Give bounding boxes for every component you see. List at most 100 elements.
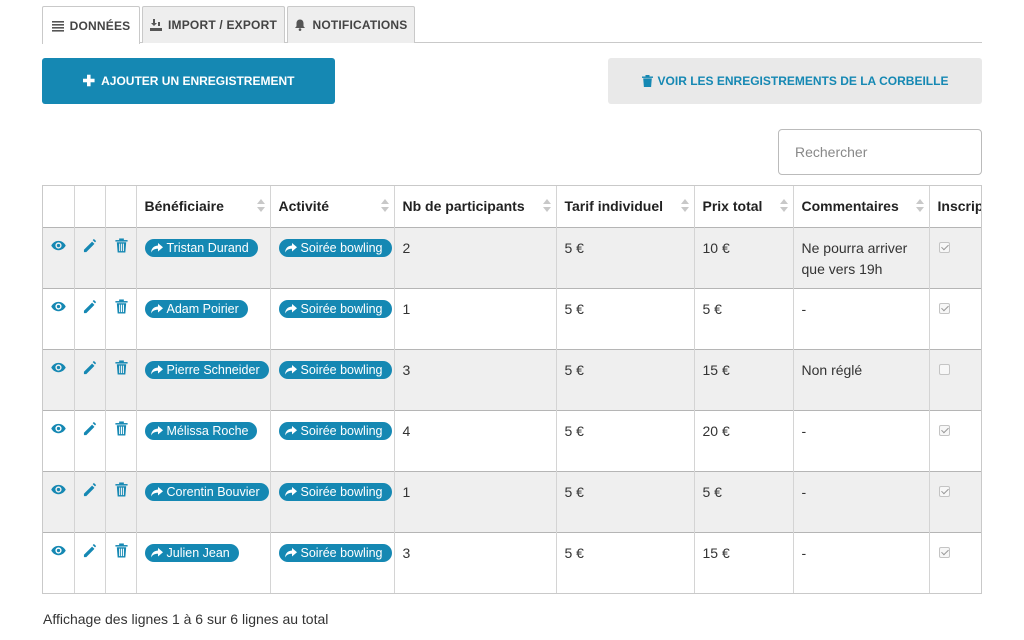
view-trash-button[interactable]: VOIR LES ENREGISTREMENTS DE LA CORBEILLE — [608, 58, 982, 104]
inscription-checkbox[interactable] — [938, 546, 950, 558]
inscription-cell — [929, 409, 981, 471]
beneficiaire-link[interactable]: Adam Poirier — [144, 299, 248, 318]
beneficiaire-cell: Pierre Schneider — [136, 348, 271, 410]
delete-column-header — [105, 186, 137, 227]
trash-icon[interactable] — [114, 359, 129, 375]
trash-icon[interactable] — [114, 298, 129, 314]
records-table: Bénéficiaire Activité Nb de participants… — [42, 185, 982, 594]
activite-link[interactable]: Soirée bowling — [278, 421, 392, 440]
column-header-beneficiaire[interactable]: Bénéficiaire — [136, 186, 271, 227]
activite-link[interactable]: Soirée bowling — [278, 482, 392, 501]
view-cell — [43, 287, 75, 349]
beneficiaire-cell: Tristan Durand — [136, 226, 271, 288]
trash-icon[interactable] — [114, 542, 129, 558]
beneficiaire-link[interactable]: Tristan Durand — [144, 238, 258, 257]
eye-icon[interactable] — [51, 421, 66, 436]
view-cell — [43, 348, 75, 410]
inscription-checkbox[interactable] — [938, 241, 950, 253]
pencil-icon[interactable] — [83, 543, 98, 558]
beneficiaire-link[interactable]: Pierre Schneider — [144, 360, 269, 379]
view-cell — [43, 226, 75, 288]
eye-icon[interactable] — [51, 299, 66, 314]
sort-icon — [916, 199, 923, 212]
view-cell — [43, 409, 75, 471]
table-row: Tristan Durand Soirée bowling 2 5 € 10 €… — [43, 226, 981, 288]
beneficiaire-cell: Julien Jean — [136, 531, 271, 593]
tab-import-export[interactable]: IMPORT / EXPORT — [142, 6, 285, 43]
prix-total-cell: 15 € — [694, 348, 794, 410]
share-arrow-icon — [150, 303, 163, 313]
inscription-cell — [929, 287, 981, 349]
view-trash-label: VOIR LES ENREGISTREMENTS DE LA CORBEILLE — [657, 74, 949, 88]
trash-icon[interactable] — [114, 481, 129, 497]
list-icon — [51, 20, 64, 32]
table-header: Bénéficiaire Activité Nb de participants… — [43, 186, 981, 227]
column-header-commentaires[interactable]: Commentaires — [793, 186, 930, 227]
inscription-checkbox[interactable] — [938, 363, 950, 375]
prix-total-cell: 5 € — [694, 287, 794, 349]
trash-icon[interactable] — [114, 420, 129, 436]
inscription-checkbox[interactable] — [938, 302, 950, 314]
sort-icon — [381, 199, 388, 212]
activite-link[interactable]: Soirée bowling — [278, 543, 392, 562]
add-record-label: AJOUTER UN ENREGISTREMENT — [101, 74, 295, 88]
activite-cell: Soirée bowling — [270, 409, 395, 471]
column-header-tarif[interactable]: Tarif individuel — [556, 186, 695, 227]
commentaire-cell: Non réglé — [793, 348, 930, 410]
beneficiaire-cell: Adam Poirier — [136, 287, 271, 349]
beneficiaire-link[interactable]: Mélissa Roche — [144, 421, 258, 440]
edit-cell — [74, 287, 106, 349]
prix-total-cell: 15 € — [694, 531, 794, 593]
pencil-icon[interactable] — [83, 299, 98, 314]
eye-icon[interactable] — [51, 360, 66, 375]
tab-notifications[interactable]: NOTIFICATIONS — [287, 6, 415, 43]
trash-icon — [641, 75, 653, 87]
pagination-info: Affichage des lignes 1 à 6 sur 6 lignes … — [43, 611, 329, 627]
column-header-activite[interactable]: Activité — [270, 186, 395, 227]
inscription-checkbox[interactable] — [938, 485, 950, 497]
share-arrow-icon — [284, 547, 297, 557]
nb-participants-cell: 4 — [394, 409, 557, 471]
edit-cell — [74, 531, 106, 593]
column-header-nb-participants[interactable]: Nb de participants — [394, 186, 557, 227]
table-row: Corentin Bouvier Soirée bowling 1 5 € 5 … — [43, 470, 981, 532]
search-input[interactable] — [778, 129, 982, 175]
delete-cell — [105, 287, 137, 349]
edit-cell — [74, 226, 106, 288]
commentaire-cell: - — [793, 409, 930, 471]
trash-icon[interactable] — [114, 237, 129, 253]
column-header-prix-total[interactable]: Prix total — [694, 186, 794, 227]
tab-label: IMPORT / EXPORT — [167, 18, 277, 32]
pencil-icon[interactable] — [83, 482, 98, 497]
pencil-icon[interactable] — [83, 421, 98, 436]
share-arrow-icon — [284, 242, 297, 252]
delete-cell — [105, 409, 137, 471]
tab-donnees[interactable]: DONNÉES — [42, 6, 140, 44]
activite-link[interactable]: Soirée bowling — [278, 360, 392, 379]
delete-cell — [105, 226, 137, 288]
share-arrow-icon — [150, 547, 163, 557]
activite-link[interactable]: Soirée bowling — [278, 238, 392, 257]
add-record-button[interactable]: ✚ AJOUTER UN ENREGISTREMENT — [42, 58, 335, 104]
eye-icon[interactable] — [51, 482, 66, 497]
eye-icon[interactable] — [51, 238, 66, 253]
pencil-icon[interactable] — [83, 238, 98, 253]
beneficiaire-link[interactable]: Corentin Bouvier — [144, 482, 269, 501]
tab-label: NOTIFICATIONS — [312, 18, 408, 32]
sort-icon — [543, 199, 550, 212]
tarif-cell: 5 € — [556, 287, 695, 349]
sort-icon — [681, 199, 688, 212]
tarif-cell: 5 € — [556, 409, 695, 471]
nb-participants-cell: 2 — [394, 226, 557, 288]
inscription-checkbox[interactable] — [938, 424, 950, 436]
plus-icon: ✚ — [82, 72, 96, 90]
beneficiaire-link[interactable]: Julien Jean — [144, 543, 239, 562]
activite-link[interactable]: Soirée bowling — [278, 299, 392, 318]
beneficiaire-cell: Corentin Bouvier — [136, 470, 271, 532]
pencil-icon[interactable] — [83, 360, 98, 375]
column-header-inscription[interactable]: Inscription — [929, 186, 981, 227]
eye-icon[interactable] — [51, 543, 66, 558]
share-arrow-icon — [150, 242, 163, 252]
share-arrow-icon — [150, 364, 163, 374]
prix-total-cell: 10 € — [694, 226, 794, 288]
